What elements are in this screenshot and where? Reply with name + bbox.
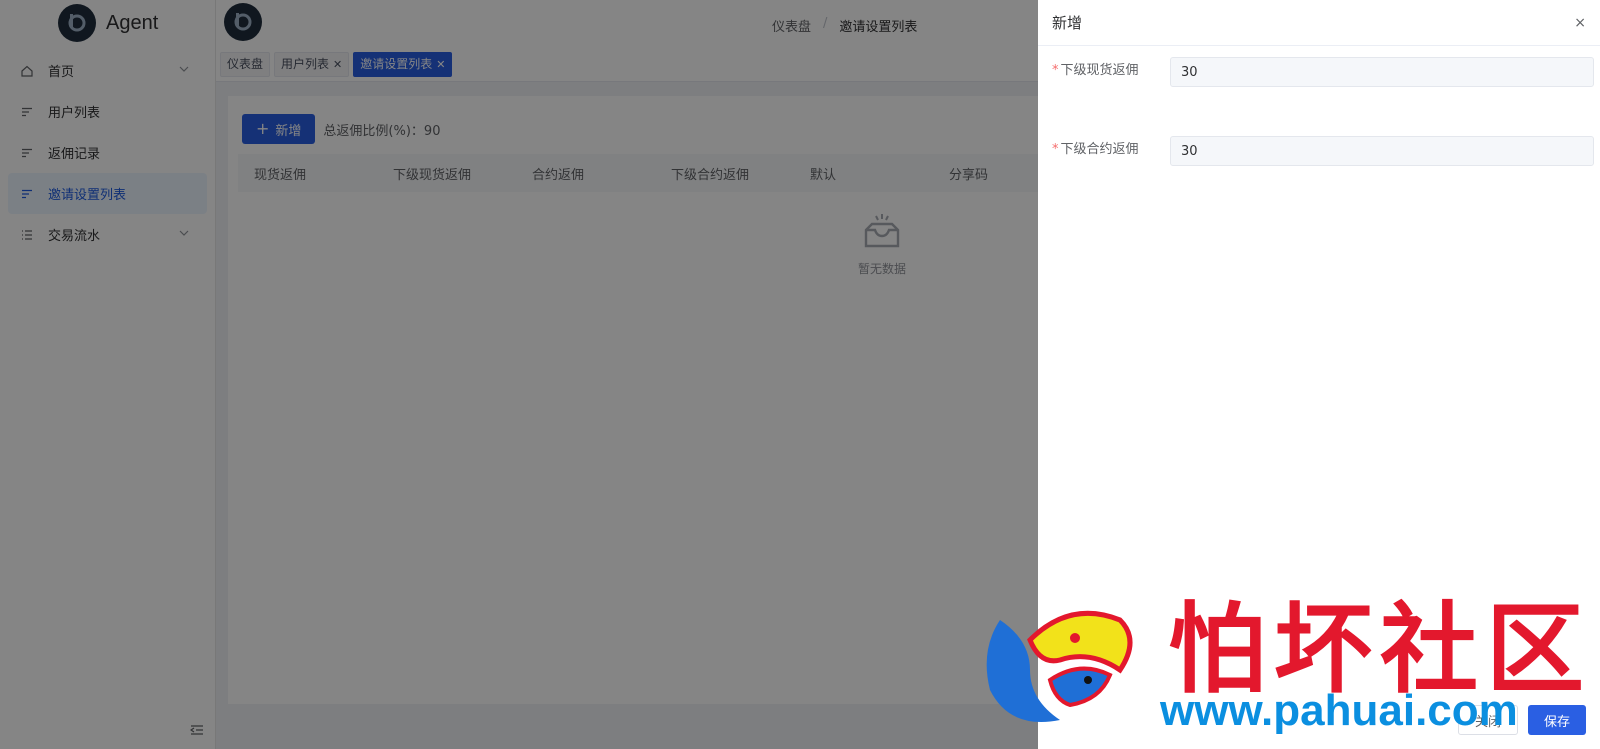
form-row-sub-spot-rebate: * 下级现货返佣 xyxy=(1052,56,1144,86)
fish-logo-icon xyxy=(986,610,1133,722)
sub-spot-rebate-input[interactable] xyxy=(1170,57,1594,87)
required-asterisk: * xyxy=(1052,63,1059,78)
field-label: 下级现货返佣 xyxy=(1060,63,1139,78)
sub-contract-rebate-input[interactable] xyxy=(1170,136,1594,166)
close-icon[interactable]: × xyxy=(1574,15,1586,31)
field-label: 下级合约返佣 xyxy=(1060,142,1139,157)
drawer-title: 新增 xyxy=(1052,14,1083,32)
drawer-header: 新增 × xyxy=(1038,0,1600,46)
watermark-url: www.pahuai.com xyxy=(1160,686,1518,735)
form-row-sub-contract-rebate: * 下级合约返佣 xyxy=(1052,135,1144,165)
watermark: 怕坏社区 www.pahuai.com xyxy=(970,580,1600,740)
required-asterisk: * xyxy=(1052,142,1059,157)
form-label: * 下级合约返佣 xyxy=(1052,135,1144,165)
form-label: * 下级现货返佣 xyxy=(1052,56,1144,86)
